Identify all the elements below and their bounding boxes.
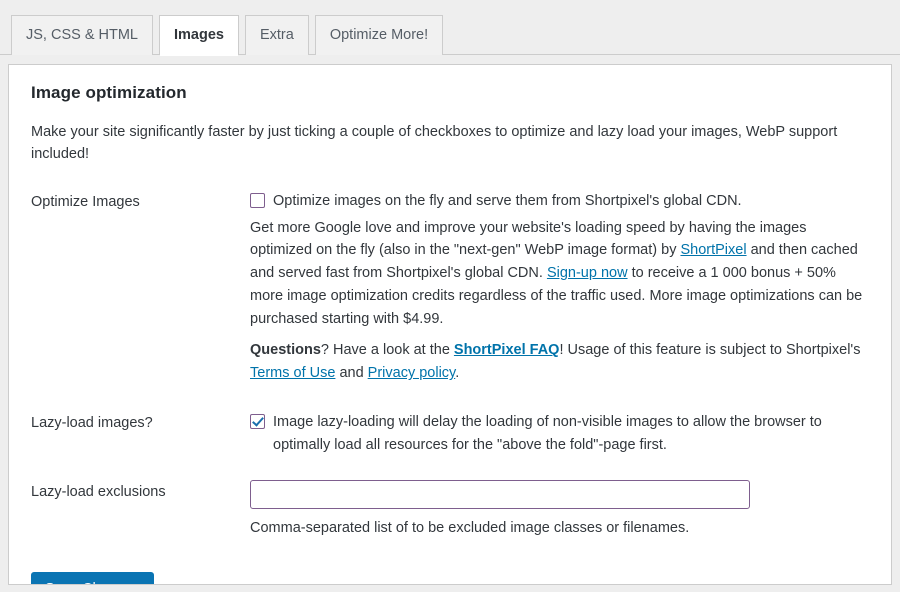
questions-text-2: ! Usage of this feature is subject to Sh… [559,342,861,359]
privacy-policy-link[interactable]: Privacy policy [368,365,456,381]
save-changes-button[interactable]: Save Changes [31,572,155,584]
lazy-load-exclusions-field: Comma-separated list of to be excluded i… [250,480,869,540]
panel-intro-text: Make your site significantly faster by j… [31,124,838,163]
questions-text-4: . [455,365,460,382]
lazy-load-exclusions-hint: Comma-separated list of to be excluded i… [250,520,690,537]
settings-panel: Image optimization Make your site signif… [8,64,892,585]
tab-extra[interactable]: Extra [244,15,309,55]
lazy-load-checkbox-label: Image lazy-loading will delay the loadin… [273,413,822,453]
tab-js-css-html[interactable]: JS, CSS & HTML [11,15,153,55]
questions-text-1: ? Have a look at the [320,342,454,359]
lazy-load-exclusions-input[interactable] [250,480,750,510]
tab-images[interactable]: Images [159,15,239,56]
row-lazy-load-exclusions: Lazy-load exclusions Comma-separated lis… [31,480,869,540]
tab-bar: JS, CSS & HTML Images Extra Optimize More! [0,0,900,56]
signup-now-link[interactable]: Sign-up now [547,265,628,281]
lazy-load-field: Image lazy-loading will delay the loadin… [250,411,869,457]
page-title: Image optimization [31,83,187,102]
lazy-load-label: Lazy-load images? [31,414,153,431]
optimize-images-description: Get more Google love and improve your we… [250,217,869,331]
tab-optimize-more[interactable]: Optimize More! [314,15,444,55]
optimize-images-questions: Questions? Have a look at the ShortPixel… [250,339,869,385]
shortpixel-link[interactable]: ShortPixel [680,242,746,258]
terms-of-use-link[interactable]: Terms of Use [250,365,335,381]
optimize-images-field: Optimize images on the fly and serve the… [250,190,869,385]
row-optimize-images: Optimize Images Optimize images on the f… [31,190,869,385]
actions-bar: Save Changes [31,572,869,584]
optimize-images-checkbox[interactable] [250,192,265,208]
shortpixel-faq-link[interactable]: ShortPixel FAQ [454,342,560,358]
row-lazy-load-images: Lazy-load images? Image lazy-loading wil… [31,411,869,457]
optimize-images-checkbox-line: Optimize images on the fly and serve the… [250,190,869,213]
questions-bold-text: Questions [250,342,321,359]
optimize-images-checkbox-label: Optimize images on the fly and serve the… [273,192,742,209]
lazy-load-checkbox[interactable] [250,413,265,429]
questions-text-3: and [335,365,368,382]
lazy-load-checkbox-line: Image lazy-loading will delay the loadin… [250,411,869,457]
optimize-images-label: Optimize Images [31,193,140,210]
lazy-load-exclusions-label: Lazy-load exclusions [31,484,166,501]
